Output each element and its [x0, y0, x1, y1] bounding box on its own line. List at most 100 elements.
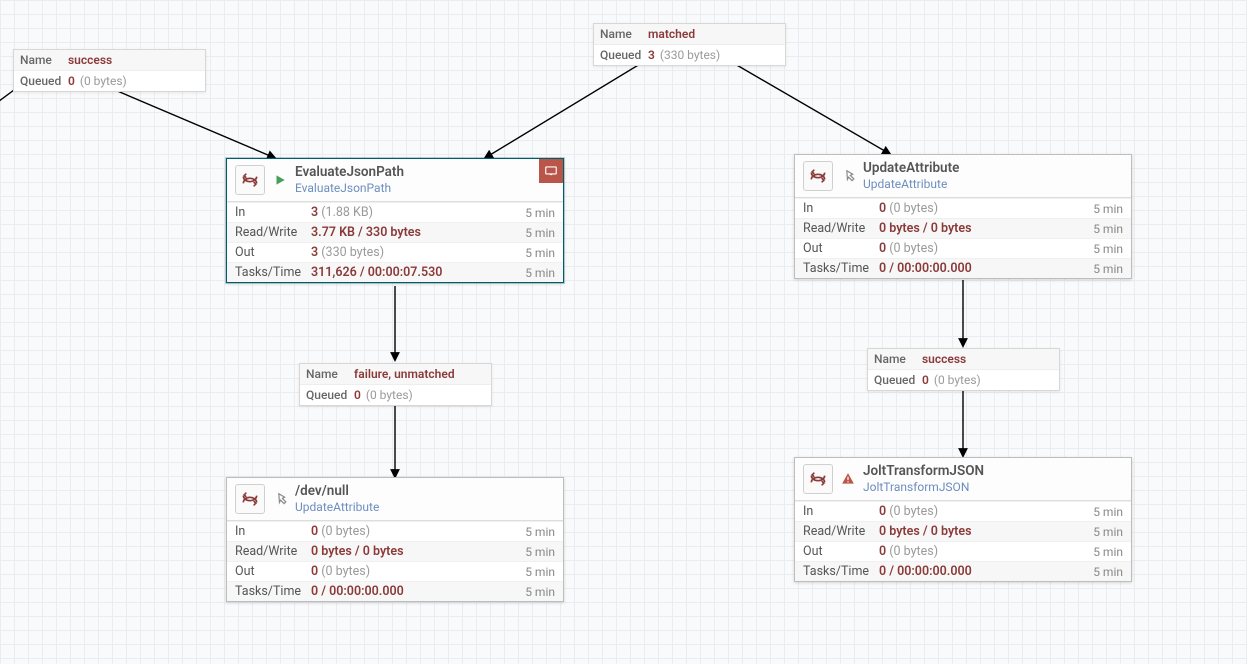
- stat-label-tt: Tasks/Time: [235, 265, 311, 280]
- processor-type: UpdateAttribute: [295, 500, 555, 514]
- conn-name-label: Name: [874, 352, 916, 366]
- processor-icon: [803, 161, 833, 191]
- conn-queued-count: 3: [648, 48, 655, 62]
- stat-time-window: 5 min: [1093, 222, 1123, 236]
- stat-rw: 0 bytes / 0 bytes: [311, 544, 404, 559]
- conn-name-label: Name: [600, 27, 642, 41]
- conn-name-label: Name: [306, 367, 348, 381]
- stat-time-window: 5 min: [525, 246, 555, 260]
- stat-tt: 0 / 00:00:00.000: [311, 584, 404, 599]
- conn-queued-label: Queued: [20, 74, 62, 88]
- running-icon: [273, 173, 287, 187]
- stat-in-count: 3: [311, 205, 318, 220]
- conn-queued-count: 0: [354, 388, 361, 402]
- stat-time-window: 5 min: [525, 226, 555, 240]
- conn-name-value: matched: [648, 27, 695, 41]
- conn-name-value: success: [922, 352, 966, 366]
- stat-time-window: 5 min: [525, 585, 555, 599]
- stat-label-in: In: [803, 504, 879, 519]
- conn-queued-label: Queued: [306, 388, 348, 402]
- conn-queued-size: (0 bytes): [80, 74, 127, 88]
- connection-matched[interactable]: Name matched Queued 3 (330 bytes): [593, 23, 786, 66]
- stat-time-window: 5 min: [1093, 242, 1123, 256]
- stat-time-window: 5 min: [525, 266, 555, 280]
- stat-tt: 311,626 / 00:00:07.530: [311, 265, 442, 280]
- stat-out-count: 0: [879, 544, 886, 559]
- stat-in-count: 0: [311, 524, 318, 539]
- stat-out-size: (0 bytes): [889, 544, 938, 559]
- processor-title: UpdateAttribute: [863, 161, 1123, 176]
- stopped-icon: [273, 492, 287, 506]
- conn-queued-label: Queued: [874, 373, 916, 387]
- primary-node-only-icon[interactable]: [539, 159, 563, 183]
- conn-name-value: failure, unmatched: [354, 367, 455, 381]
- stat-time-window: 5 min: [1093, 202, 1123, 216]
- processor-title: EvaluateJsonPath: [295, 165, 555, 180]
- stat-in-size: (0 bytes): [889, 504, 938, 519]
- warning-icon: [841, 472, 855, 486]
- conn-queued-size: (0 bytes): [366, 388, 413, 402]
- stat-time-window: 5 min: [1093, 565, 1123, 579]
- processor-type: EvaluateJsonPath: [295, 181, 555, 195]
- processor-jolt-transform-json[interactable]: JoltTransformJSON JoltTransformJSON In 0…: [794, 457, 1132, 582]
- processor-title: JoltTransformJSON: [863, 464, 1123, 479]
- conn-name-value: success: [68, 53, 112, 67]
- stat-label-in: In: [803, 201, 879, 216]
- stat-in-count: 0: [879, 504, 886, 519]
- conn-queued-count: 0: [922, 373, 929, 387]
- stat-label-in: In: [235, 205, 311, 220]
- conn-name-label: Name: [20, 53, 62, 67]
- connection-success-2[interactable]: Name success Queued 0 (0 bytes): [867, 348, 1060, 391]
- processor-icon: [803, 464, 833, 494]
- processor-type: JoltTransformJSON: [863, 480, 1123, 494]
- stat-label-rw: Read/Write: [803, 524, 879, 539]
- stat-out-size: (330 bytes): [321, 245, 384, 260]
- stat-rw: 0 bytes / 0 bytes: [879, 524, 972, 539]
- stat-in-size: (0 bytes): [889, 201, 938, 216]
- stat-time-window: 5 min: [525, 565, 555, 579]
- stat-out-size: (0 bytes): [321, 564, 370, 579]
- stat-time-window: 5 min: [525, 545, 555, 559]
- stat-in-size: (1.88 KB): [321, 205, 373, 220]
- flow-canvas[interactable]: Name success Queued 0 (0 bytes) Name mat…: [0, 0, 1247, 664]
- stat-time-window: 5 min: [1093, 545, 1123, 559]
- stat-tt: 0 / 00:00:00.000: [879, 261, 972, 276]
- stat-label-rw: Read/Write: [803, 221, 879, 236]
- stat-rw: 3.77 KB / 330 bytes: [311, 225, 421, 240]
- stopped-icon: [841, 169, 855, 183]
- stat-label-out: Out: [803, 544, 879, 559]
- stat-time-window: 5 min: [1093, 262, 1123, 276]
- stat-rw: 0 bytes / 0 bytes: [879, 221, 972, 236]
- processor-type: UpdateAttribute: [863, 177, 1123, 191]
- conn-queued-size: (0 bytes): [934, 373, 981, 387]
- processor-dev-null[interactable]: /dev/null UpdateAttribute In 0 (0 bytes)…: [226, 477, 564, 602]
- conn-queued-size: (330 bytes): [660, 48, 720, 62]
- stat-in-count: 0: [879, 201, 886, 216]
- processor-evaluate-json-path[interactable]: EvaluateJsonPath EvaluateJsonPath In 3 (…: [226, 158, 564, 283]
- stat-label-tt: Tasks/Time: [803, 564, 879, 579]
- stat-in-size: (0 bytes): [321, 524, 370, 539]
- stat-label-rw: Read/Write: [235, 225, 311, 240]
- stat-time-window: 5 min: [525, 206, 555, 220]
- stat-out-size: (0 bytes): [889, 241, 938, 256]
- stat-time-window: 5 min: [1093, 525, 1123, 539]
- conn-queued-count: 0: [68, 74, 75, 88]
- stat-label-in: In: [235, 524, 311, 539]
- stat-out-count: 3: [311, 245, 318, 260]
- stat-label-out: Out: [235, 245, 311, 260]
- stat-label-tt: Tasks/Time: [803, 261, 879, 276]
- processor-update-attribute[interactable]: UpdateAttribute UpdateAttribute In 0 (0 …: [794, 154, 1132, 279]
- processor-title: /dev/null: [295, 484, 555, 499]
- stat-time-window: 5 min: [525, 525, 555, 539]
- stat-time-window: 5 min: [1093, 505, 1123, 519]
- processor-icon: [235, 484, 265, 514]
- conn-queued-label: Queued: [600, 48, 642, 62]
- processor-icon: [235, 165, 265, 195]
- connection-failure-unmatched[interactable]: Name failure, unmatched Queued 0 (0 byte…: [299, 363, 492, 406]
- stat-tt: 0 / 00:00:00.000: [879, 564, 972, 579]
- connection-success-1[interactable]: Name success Queued 0 (0 bytes): [13, 49, 206, 92]
- stat-label-tt: Tasks/Time: [235, 584, 311, 599]
- stat-out-count: 0: [311, 564, 318, 579]
- stat-label-out: Out: [235, 564, 311, 579]
- stat-out-count: 0: [879, 241, 886, 256]
